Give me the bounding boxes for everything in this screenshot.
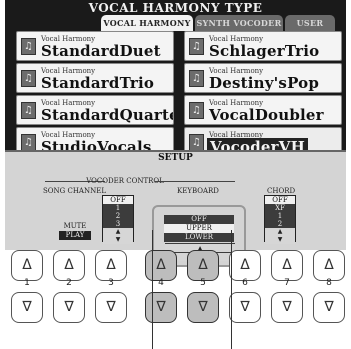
up-button-5[interactable]: Δ bbox=[187, 250, 219, 281]
down-button-2[interactable]: ∇ bbox=[53, 292, 85, 323]
up-button-3[interactable]: Δ bbox=[95, 250, 127, 281]
triangle-up-icon: Δ bbox=[22, 257, 32, 273]
button-number-6: 6 bbox=[242, 278, 248, 288]
option-lower: LOWER bbox=[164, 233, 234, 242]
down-button-5[interactable]: ∇ bbox=[187, 292, 219, 323]
down-button-3[interactable]: ∇ bbox=[95, 292, 127, 323]
button-number-2: 2 bbox=[66, 278, 72, 288]
triangle-up-icon: Δ bbox=[64, 257, 74, 273]
chord-label: CHORD bbox=[267, 187, 296, 195]
callout-line bbox=[231, 230, 232, 349]
triangle-down-icon: ∇ bbox=[106, 299, 116, 315]
up-button-8[interactable]: Δ bbox=[313, 250, 345, 281]
down-button-4[interactable]: ∇ bbox=[145, 292, 177, 323]
option-xf: XF bbox=[275, 204, 285, 212]
preset-standardquartet[interactable]: ♫ Vocal Harmony StandardQuartet bbox=[16, 95, 174, 125]
song-channel-selector[interactable]: OFF 1 2 3 ▲ ▼ bbox=[102, 195, 134, 244]
scroll-up-icon[interactable]: ▲ bbox=[103, 228, 133, 236]
vocal-harmony-icon: ♫ bbox=[21, 134, 36, 151]
vocal-harmony-icon: ♫ bbox=[21, 70, 36, 87]
triangle-down-icon: ∇ bbox=[282, 299, 292, 315]
up-button-2[interactable]: Δ bbox=[53, 250, 85, 281]
song-mute-selector[interactable]: MUTE PLAY bbox=[59, 222, 91, 242]
vocal-harmony-icon: ♫ bbox=[21, 38, 36, 55]
vocal-harmony-fx-icon: ♫ bbox=[189, 102, 204, 119]
option-upper: UPPER bbox=[164, 224, 234, 233]
setup-title: SETUP bbox=[158, 153, 193, 163]
scroll-down-icon[interactable]: ▼ bbox=[103, 236, 133, 244]
button-number-7: 7 bbox=[284, 278, 290, 288]
tab-vocal-harmony[interactable]: VOCAL HARMONY bbox=[101, 15, 193, 31]
up-button-6[interactable]: Δ bbox=[229, 250, 261, 281]
option-off: OFF bbox=[265, 196, 295, 204]
option-mute: MUTE bbox=[63, 222, 87, 230]
preset-name: VocalDoubler bbox=[209, 106, 324, 124]
up-button-7[interactable]: Δ bbox=[271, 250, 303, 281]
option-off: OFF bbox=[103, 196, 133, 204]
preset-vocaldoubler[interactable]: ♫ Vocal Harmony VocalDoubler bbox=[184, 95, 342, 125]
option-off: OFF bbox=[164, 215, 234, 224]
preset-name: SchlagerTrio bbox=[209, 42, 320, 60]
triangle-down-icon: ∇ bbox=[324, 299, 334, 315]
chord-selector[interactable]: OFF XF 1 2 ▲ ▼ bbox=[264, 195, 296, 244]
preset-schlagertrio[interactable]: ♫ Vocal Harmony SchlagerTrio bbox=[184, 31, 342, 61]
triangle-up-icon: Δ bbox=[106, 257, 116, 273]
vocoder-icon: ♫ bbox=[189, 134, 204, 151]
tab-synth-vocoder[interactable]: SYNTH VOCODER bbox=[195, 15, 283, 31]
option-3: 3 bbox=[115, 220, 121, 228]
triangle-up-icon: Δ bbox=[198, 257, 208, 273]
keyboard-label: KEYBOARD bbox=[177, 187, 219, 195]
triangle-up-icon: Δ bbox=[156, 257, 166, 273]
down-button-1[interactable]: ∇ bbox=[11, 292, 43, 323]
vocal-harmony-icon: ♫ bbox=[189, 70, 204, 87]
option-2: 2 bbox=[115, 212, 121, 220]
scroll-down-icon[interactable]: ▼ bbox=[265, 236, 295, 244]
preset-standardtrio[interactable]: ♫ Vocal Harmony StandardTrio bbox=[16, 63, 174, 93]
down-button-7[interactable]: ∇ bbox=[271, 292, 303, 323]
divider bbox=[155, 181, 235, 182]
triangle-down-icon: ∇ bbox=[198, 299, 208, 315]
preset-grid: ♫ Vocal Harmony StandardDuet ♫ Vocal Har… bbox=[16, 31, 346, 157]
song-channel-label: SONG CHANNEL bbox=[43, 187, 106, 195]
preset-name: StandardDuet bbox=[41, 42, 161, 60]
button-number-5: 5 bbox=[200, 278, 206, 288]
up-button-4[interactable]: Δ bbox=[145, 250, 177, 281]
preset-destinyspop[interactable]: ♫ Vocal Harmony Destiny'sPop bbox=[184, 63, 342, 93]
preset-name: StandardTrio bbox=[41, 74, 155, 92]
triangle-down-icon: ∇ bbox=[64, 299, 74, 315]
triangle-up-icon: Δ bbox=[324, 257, 334, 273]
triangle-up-icon: Δ bbox=[282, 257, 292, 273]
preset-name: Destiny'sPop bbox=[209, 74, 320, 92]
setup-panel: SETUP VOCODER CONTROL SONG CHANNEL KEYBO… bbox=[5, 150, 346, 267]
tab-bar: VOCAL HARMONY SYNTH VOCODER USER bbox=[101, 15, 346, 31]
triangle-down-icon: ∇ bbox=[156, 299, 166, 315]
option-1: 1 bbox=[277, 212, 283, 220]
tab-user[interactable]: USER bbox=[285, 15, 335, 31]
button-number-1: 1 bbox=[24, 278, 30, 288]
down-button-6[interactable]: ∇ bbox=[229, 292, 261, 323]
vocal-harmony-icon: ♫ bbox=[21, 102, 36, 119]
triangle-down-icon: ∇ bbox=[22, 299, 32, 315]
scroll-up-icon[interactable]: ▲ bbox=[265, 228, 295, 236]
button-number-8: 8 bbox=[326, 278, 332, 288]
preset-name: StandardQuartet bbox=[41, 106, 174, 124]
callout-line bbox=[152, 230, 153, 349]
up-button-1[interactable]: Δ bbox=[11, 250, 43, 281]
triangle-up-icon: Δ bbox=[240, 257, 250, 273]
option-play: PLAY bbox=[59, 231, 91, 240]
button-number-4: 4 bbox=[158, 278, 164, 288]
window-title: VOCAL HARMONY TYPE bbox=[88, 1, 263, 15]
vocal-harmony-icon: ♫ bbox=[189, 38, 204, 55]
option-2: 2 bbox=[277, 220, 283, 228]
down-button-8[interactable]: ∇ bbox=[313, 292, 345, 323]
preset-standardduet[interactable]: ♫ Vocal Harmony StandardDuet bbox=[16, 31, 174, 61]
triangle-down-icon: ∇ bbox=[240, 299, 250, 315]
option-1: 1 bbox=[115, 204, 121, 212]
button-number-3: 3 bbox=[108, 278, 114, 288]
